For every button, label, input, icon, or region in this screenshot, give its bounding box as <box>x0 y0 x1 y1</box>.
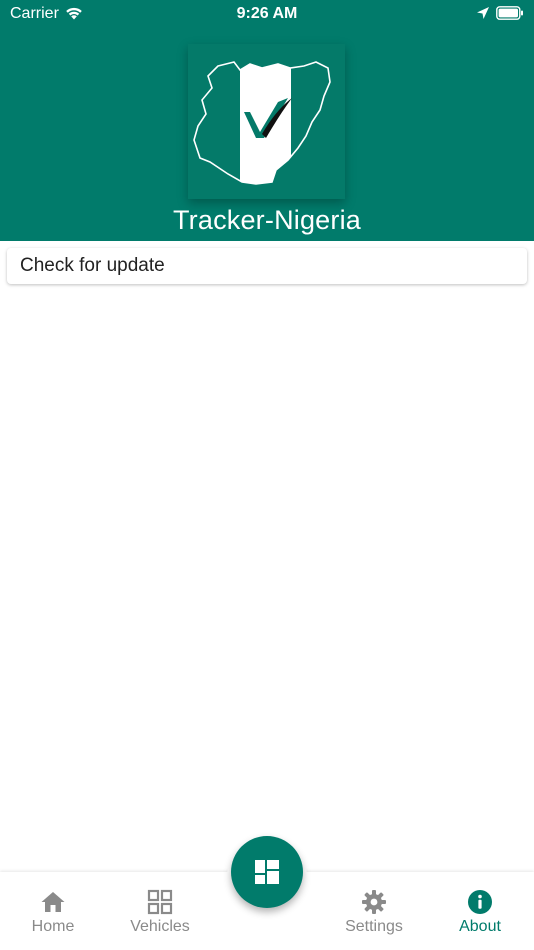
app-logo <box>188 44 345 199</box>
nav-item-home[interactable]: Home <box>3 872 103 942</box>
check-for-update-label: Check for update <box>20 255 165 276</box>
check-for-update-button[interactable]: Check for update <box>7 248 527 284</box>
nav-label-about: About <box>459 918 501 935</box>
status-time: 9:26 AM <box>236 5 298 22</box>
nav-item-settings[interactable]: Settings <box>324 872 424 942</box>
location-arrow-icon <box>477 7 489 19</box>
nigeria-map-icon <box>193 61 331 185</box>
app-header: Carrier 9:26 AM Tracker-Nigeria <box>0 0 534 241</box>
app-title: Tracker-Nigeria <box>172 205 362 235</box>
home-icon <box>41 892 65 912</box>
grid-icon <box>147 889 173 915</box>
nav-label-settings: Settings <box>345 918 403 935</box>
dashboard-icon <box>255 860 279 884</box>
gear-icon <box>362 890 386 914</box>
nav-item-vehicles[interactable]: Vehicles <box>110 872 210 942</box>
nav-item-about[interactable]: About <box>430 872 530 942</box>
dashboard-fab-button[interactable] <box>231 836 303 908</box>
nav-label-home: Home <box>31 918 75 935</box>
status-bar: Carrier 9:26 AM <box>0 0 534 28</box>
nav-label-vehicles: Vehicles <box>130 918 190 935</box>
info-icon <box>468 890 492 914</box>
battery-icon <box>496 6 523 20</box>
